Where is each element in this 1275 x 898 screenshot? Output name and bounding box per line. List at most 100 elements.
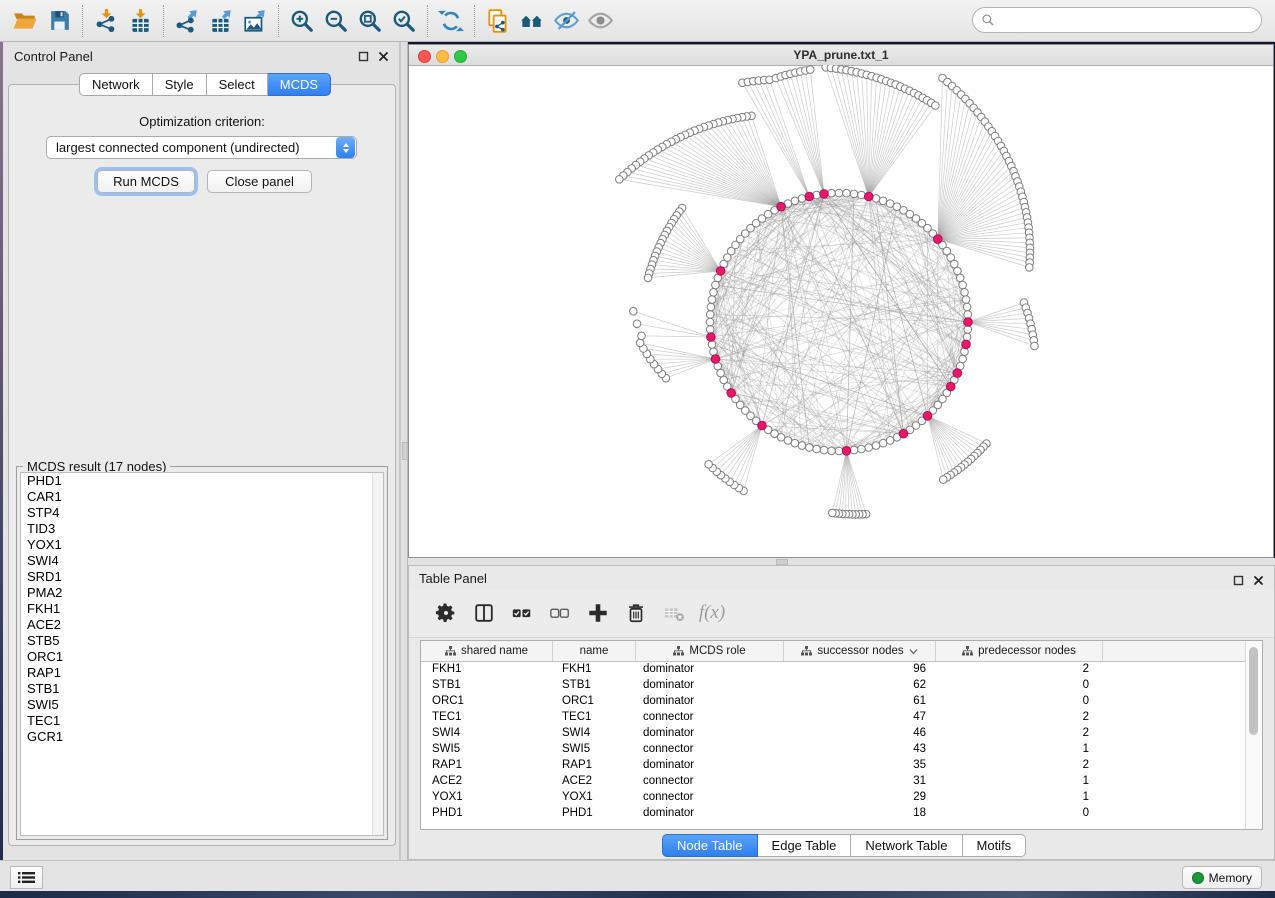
mcds-result-item[interactable]: TEC1 [21, 713, 383, 729]
zoom-selected-icon[interactable] [387, 5, 421, 37]
table-cell[interactable]: ORC1 [421, 695, 553, 707]
save-session-icon[interactable] [42, 5, 76, 37]
show-all-eye-icon[interactable] [583, 5, 617, 37]
delete-table-icon[interactable] [655, 597, 693, 629]
zoom-fit-icon[interactable] [353, 5, 387, 37]
table-cell[interactable]: SWI5 [553, 743, 636, 755]
table-cell[interactable]: SWI4 [421, 727, 553, 739]
first-neighbors-icon[interactable] [515, 5, 549, 37]
table-cell[interactable]: dominator [636, 679, 784, 691]
vertical-splitter[interactable] [400, 42, 408, 860]
table-cell[interactable]: 29 [784, 791, 936, 803]
mcds-result-item[interactable]: STB1 [21, 681, 383, 697]
search-box[interactable] [972, 7, 1262, 33]
table-row[interactable]: SWI4SWI4dominator462 [421, 725, 1246, 741]
table-cell[interactable]: TEC1 [553, 711, 636, 723]
table-cell[interactable]: RAP1 [553, 759, 636, 771]
run-mcds-button[interactable]: Run MCDS [97, 170, 195, 193]
column-header-mcds-role[interactable]: MCDS role [636, 641, 784, 661]
table-cell[interactable]: 1 [936, 743, 1103, 755]
table-cell[interactable]: 47 [784, 711, 936, 723]
table-cell[interactable]: dominator [636, 695, 784, 707]
close-panel-button[interactable]: Close panel [207, 170, 312, 193]
table-cell[interactable]: dominator [636, 807, 784, 819]
table-cell[interactable]: RAP1 [421, 759, 553, 771]
mcds-result-item[interactable]: ACE2 [21, 617, 383, 633]
table-cell[interactable]: dominator [636, 759, 784, 771]
export-table-icon[interactable] [204, 5, 238, 37]
network-window-titlebar[interactable]: YPA_prune.txt_1 [409, 45, 1273, 66]
tab-network[interactable]: Network [79, 73, 153, 96]
function-builder-icon[interactable]: f(x) [693, 597, 731, 629]
tab-mcds[interactable]: MCDS [268, 73, 331, 96]
zoom-in-icon[interactable] [285, 5, 319, 37]
table-cell[interactable]: connector [636, 791, 784, 803]
table-cell[interactable]: FKH1 [421, 663, 553, 675]
mcds-result-item[interactable]: TID3 [21, 521, 383, 537]
mcds-result-item[interactable]: GCR1 [21, 729, 383, 745]
tab-network-table[interactable]: Network Table [851, 834, 962, 857]
table-cell[interactable]: connector [636, 711, 784, 723]
criterion-dropdown[interactable]: largest connected component (undirected) [46, 136, 357, 159]
table-cell[interactable]: PHD1 [421, 807, 553, 819]
settings-gear-icon[interactable] [427, 597, 465, 629]
table-cell[interactable]: STB1 [553, 679, 636, 691]
close-panel-icon[interactable] [378, 49, 389, 67]
table-cell[interactable]: 2 [936, 711, 1103, 723]
table-cell[interactable]: dominator [636, 727, 784, 739]
tab-style[interactable]: Style [153, 73, 207, 96]
table-scrollbar[interactable] [1245, 641, 1262, 829]
table-row[interactable]: FKH1FKH1dominator962 [421, 661, 1246, 677]
table-cell[interactable]: PHD1 [553, 807, 636, 819]
column-header-successor-nodes[interactable]: successor nodes [784, 641, 936, 661]
table-cell[interactable]: 1 [936, 791, 1103, 803]
table-cell[interactable]: SWI4 [553, 727, 636, 739]
table-cell[interactable]: 62 [784, 679, 936, 691]
refresh-icon[interactable] [434, 5, 468, 37]
table-row[interactable]: SWI5SWI5connector431 [421, 741, 1246, 757]
mcds-result-item[interactable]: SRD1 [21, 569, 383, 585]
table-cell[interactable]: 18 [784, 807, 936, 819]
table-cell[interactable]: ACE2 [421, 775, 553, 787]
mcds-list-scrollbar[interactable] [372, 473, 383, 835]
table-cell[interactable]: SWI5 [421, 743, 553, 755]
table-cell[interactable]: 31 [784, 775, 936, 787]
table-row[interactable]: PHD1PHD1dominator180 [421, 805, 1246, 821]
deselect-all-icon[interactable] [541, 597, 579, 629]
table-cell[interactable]: YOX1 [553, 791, 636, 803]
table-cell[interactable]: 35 [784, 759, 936, 771]
new-network-from-selection-icon[interactable] [481, 5, 515, 37]
table-cell[interactable]: 0 [936, 807, 1103, 819]
mcds-result-item[interactable]: SWI4 [21, 553, 383, 569]
table-row[interactable]: RAP1RAP1dominator352 [421, 757, 1246, 773]
delete-column-icon[interactable] [617, 597, 655, 629]
table-row[interactable]: STB1STB1dominator620 [421, 677, 1246, 693]
table-cell[interactable]: ORC1 [553, 695, 636, 707]
table-cell[interactable]: connector [636, 743, 784, 755]
tab-select[interactable]: Select [207, 73, 268, 96]
mcds-result-item[interactable]: ORC1 [21, 649, 383, 665]
import-table-icon[interactable] [123, 5, 157, 37]
table-row[interactable]: TEC1TEC1connector472 [421, 709, 1246, 725]
add-column-icon[interactable] [579, 597, 617, 629]
zoom-out-icon[interactable] [319, 5, 353, 37]
memory-button[interactable]: Memory [1182, 866, 1262, 889]
select-all-icon[interactable] [503, 597, 541, 629]
table-cell[interactable]: 96 [784, 663, 936, 675]
mcds-result-item[interactable]: PMA2 [21, 585, 383, 601]
tab-motifs[interactable]: Motifs [963, 834, 1027, 857]
mcds-result-item[interactable]: STB5 [21, 633, 383, 649]
export-network-icon[interactable] [170, 5, 204, 37]
table-cell[interactable]: 46 [784, 727, 936, 739]
import-network-icon[interactable] [89, 5, 123, 37]
table-cell[interactable]: TEC1 [421, 711, 553, 723]
table-row[interactable]: ORC1ORC1dominator610 [421, 693, 1246, 709]
column-header-predecessor-nodes[interactable]: predecessor nodes [936, 641, 1103, 661]
mcds-result-item[interactable]: CAR1 [21, 489, 383, 505]
scrollbar-thumb[interactable] [1249, 647, 1258, 735]
table-cell[interactable]: 2 [936, 727, 1103, 739]
mcds-result-item[interactable]: RAP1 [21, 665, 383, 681]
table-cell[interactable]: 1 [936, 775, 1103, 787]
network-canvas[interactable] [409, 65, 1273, 557]
table-cell[interactable]: ACE2 [553, 775, 636, 787]
